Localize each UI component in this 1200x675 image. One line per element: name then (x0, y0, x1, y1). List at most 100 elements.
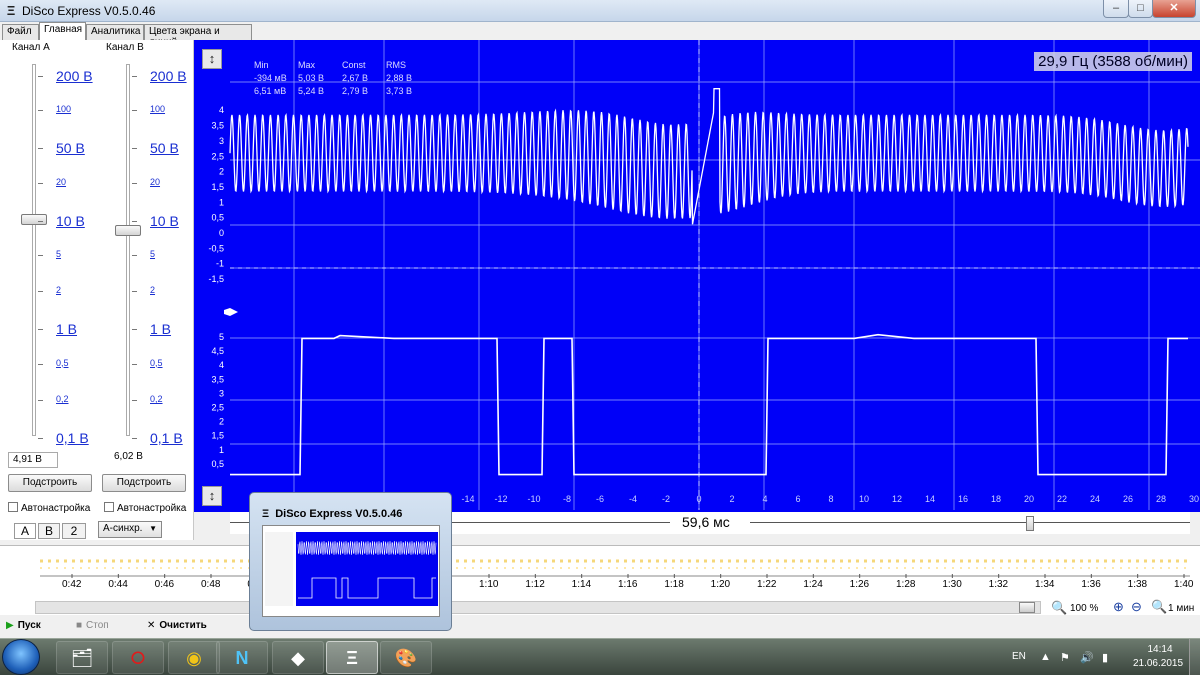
scale-label[interactable]: 20 (150, 177, 160, 187)
taskbar-app-icon[interactable]: ◆ (272, 641, 324, 674)
overview-tick-label: 1:34 (1035, 579, 1055, 590)
stats-cell: -394 мВ (254, 73, 287, 83)
scale-tick (38, 329, 43, 331)
sync-mode-select[interactable]: A-синхр. ▼ (98, 521, 162, 538)
overview-tick-label: 1:24 (803, 579, 823, 590)
scale-label[interactable]: 20 (56, 177, 66, 187)
taskbar-n-app-icon[interactable]: N (216, 641, 268, 674)
y-tick-label: 0 (219, 228, 224, 238)
scale-label[interactable]: 200 В (56, 68, 93, 84)
scale-label[interactable]: 0,1 В (56, 430, 89, 446)
stats-cell: Min (254, 60, 269, 70)
channel-b-position-icon[interactable]: ↕ (202, 486, 222, 506)
scale-label[interactable]: 100 (150, 104, 165, 114)
scale-label[interactable]: 0,5 (150, 358, 163, 368)
taskbar-opera-icon[interactable]: ⭘ (112, 641, 164, 674)
close-button[interactable]: ✕ (1152, 0, 1196, 18)
overview-tick-label: 1:28 (896, 579, 916, 590)
y-tick-label: -1 (216, 259, 224, 269)
taskbar-explorer-icon[interactable]: 🗂 (56, 641, 108, 674)
tray-expand-icon[interactable]: ▲ (1040, 651, 1051, 663)
taskbar-disco-express-icon[interactable]: Ξ (326, 641, 378, 674)
start-orb-icon[interactable] (2, 639, 40, 675)
clock-time[interactable]: 14:14 (1140, 644, 1180, 655)
x-tick-label: 6 (795, 494, 800, 504)
scale-tick (38, 148, 43, 150)
tray-flag-icon[interactable]: ⚑ (1060, 651, 1070, 664)
scale-label[interactable]: 0,1 В (150, 430, 183, 446)
time-bar-right-line (750, 522, 1190, 523)
taskbar-preview-popup[interactable]: Ξ DiSco Express V0.5.0.46 (249, 492, 452, 631)
zoom-in-icon[interactable]: ⊕ (1113, 599, 1124, 615)
stop-button[interactable]: ■ Стоп (76, 620, 109, 631)
scale-label[interactable]: 10 В (56, 213, 85, 229)
channel-tab-a[interactable]: A (14, 523, 36, 539)
scale-label[interactable]: 0,5 (56, 358, 69, 368)
maximize-button[interactable]: □ (1128, 0, 1153, 18)
overview-tick-label: 1:10 (479, 579, 499, 590)
channel-a-adjust-button[interactable]: Подстроить (8, 474, 92, 492)
time-window-label: 59,6 мс (682, 514, 730, 530)
overview-tick-label: 1:14 (571, 579, 592, 590)
recording-overview[interactable]: 0:420:440:460:480:501:021:041:061:081:10… (0, 545, 1200, 615)
tab-screen-colors[interactable]: Цвета экрана и линий (144, 24, 252, 48)
preview-scope (296, 532, 438, 606)
x-tick-label: 16 (958, 494, 968, 504)
overview-scrollbar[interactable] (35, 601, 1041, 614)
channel-a-slider-thumb[interactable] (21, 214, 47, 226)
channel-tab-b[interactable]: B (38, 523, 60, 539)
channel-b-autotune-checkbox[interactable]: Автонастройка (104, 502, 186, 514)
overview-tick-label: 1:20 (710, 579, 731, 590)
taskbar-paint-icon[interactable]: 🎨 (380, 641, 432, 674)
scale-tick (132, 148, 137, 150)
channel-b-adjust-button[interactable]: Подстроить (102, 474, 186, 492)
scale-label[interactable]: 0,2 (150, 394, 163, 404)
time-window-slider-thumb[interactable] (1026, 516, 1034, 531)
scale-tick (38, 363, 43, 365)
recording-controls: ▶ Пуск ■ Стоп ✕ Очистить (0, 616, 1200, 638)
tray-battery-icon[interactable]: ▮ (1102, 651, 1108, 664)
checkbox-icon (104, 502, 114, 512)
preview-channel-b-trace (298, 577, 436, 599)
clear-button[interactable]: ✕ Очистить (147, 620, 207, 631)
scale-label[interactable]: 200 В (150, 68, 187, 84)
scale-label[interactable]: 10 В (150, 213, 179, 229)
x-tick-label: -14 (461, 494, 474, 504)
zoom-fit-icon[interactable]: 🔍 (1051, 600, 1067, 616)
scale-label[interactable]: 5 (150, 249, 155, 259)
minimize-button[interactable]: – (1103, 0, 1129, 18)
zoom-search-icon[interactable]: 🔍 (1151, 599, 1167, 615)
scale-label[interactable]: 50 В (56, 140, 85, 156)
tab-main[interactable]: Главная (39, 22, 86, 40)
scale-label[interactable]: 1 В (150, 321, 171, 337)
scale-label[interactable]: 0,2 (56, 394, 69, 404)
overview-scrollbar-thumb[interactable] (1019, 602, 1035, 613)
channel-a-label: Канал A (12, 42, 50, 53)
scale-label[interactable]: 5 (56, 249, 61, 259)
taskbar-chrome-icon[interactable]: ◉ (168, 641, 220, 674)
oscilloscope-display[interactable]: 4 3,5 3 2,5 2 1,5 1 0,5 0 -0,5 -1 -1,5 5 4,5 4 3,5 3 2,5 2… (194, 40, 1200, 512)
scale-label[interactable]: 100 (56, 104, 71, 114)
scale-label[interactable]: 1 В (56, 321, 77, 337)
show-desktop-button[interactable] (1189, 639, 1200, 675)
language-indicator[interactable]: EN (1012, 651, 1026, 662)
channel-b-slider-track[interactable] (126, 64, 130, 436)
zoom-out-icon[interactable]: ⊖ (1131, 599, 1142, 615)
channel-a-autotune-checkbox[interactable]: Автонастройка (8, 502, 90, 514)
tab-analytics[interactable]: Аналитика (86, 24, 144, 40)
start-button[interactable]: ▶ Пуск (6, 620, 41, 631)
tab-file[interactable]: Файл (2, 24, 39, 40)
scale-label[interactable]: 2 (56, 285, 61, 295)
x-tick-label: -10 (527, 494, 540, 504)
play-icon: ▶ (6, 620, 14, 631)
channel-b-slider-thumb[interactable] (115, 225, 141, 237)
scale-label[interactable]: 50 В (150, 140, 179, 156)
channel-tab-2[interactable]: 2 (62, 523, 86, 539)
y-tick-label: 2,5 (211, 151, 224, 161)
clock-date[interactable]: 21.06.2015 (1128, 658, 1188, 669)
preview-thumbnail[interactable] (262, 525, 440, 617)
scale-label[interactable]: 2 (150, 285, 155, 295)
channel-a-slider-track[interactable] (32, 64, 36, 436)
channel-a-position-icon[interactable]: ↕ (202, 49, 222, 69)
tray-volume-icon[interactable]: 🔊 (1080, 651, 1094, 664)
